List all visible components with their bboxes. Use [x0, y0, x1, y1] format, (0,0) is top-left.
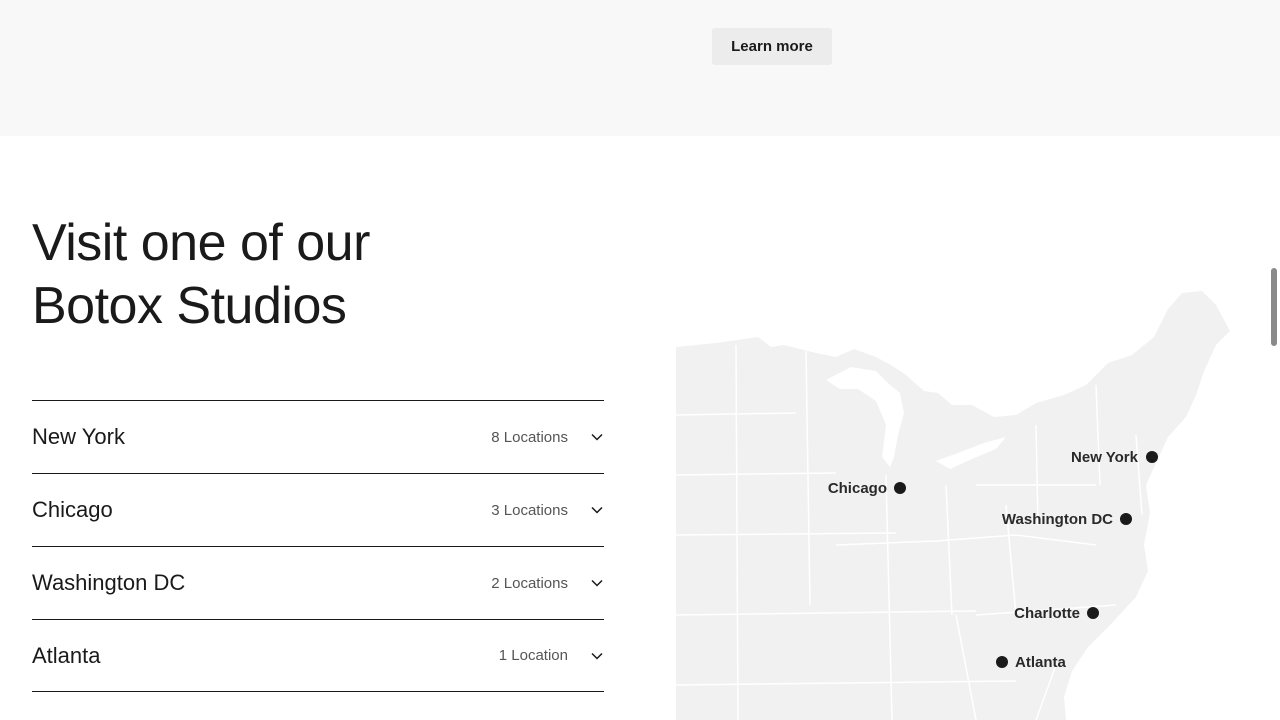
promo-band: Learn more	[0, 0, 1280, 136]
map-label-new-york: New York	[1071, 449, 1139, 466]
accordion-item-chicago[interactable]: Chicago 3 Locations	[32, 473, 604, 546]
chevron-down-icon[interactable]	[590, 576, 604, 590]
chevron-down-icon[interactable]	[590, 503, 604, 517]
title-line-2: Botox Studios	[32, 277, 347, 335]
page-title: Visit one of our Botox Studios	[32, 212, 592, 338]
us-map: New York Chicago Washington DC Charlotte…	[676, 291, 1230, 720]
locations-accordion: New York 8 Locations Chicago 3 Locations…	[32, 400, 604, 692]
city-name: New York	[32, 424, 125, 449]
location-count: 2 Locations	[491, 574, 568, 592]
accordion-item-washington-dc[interactable]: Washington DC 2 Locations	[32, 546, 604, 619]
title-line-1: Visit one of our	[32, 214, 370, 272]
accordion-item-atlanta[interactable]: Atlanta 1 Location	[32, 619, 604, 692]
marker-washington-dc[interactable]: Washington DC	[1002, 511, 1132, 528]
location-count: 1 Location	[498, 647, 568, 664]
chevron-down-icon[interactable]	[590, 649, 604, 663]
map-land	[676, 291, 1230, 720]
location-count: 8 Locations	[491, 428, 568, 446]
learn-more-button[interactable]: Learn more	[712, 28, 832, 65]
city-name: Chicago	[32, 497, 113, 522]
location-count: 3 Locations	[491, 501, 568, 519]
accordion-item-new-york[interactable]: New York 8 Locations	[32, 400, 604, 473]
page-scrollbar[interactable]	[1271, 268, 1277, 346]
map-label-atlanta: Atlanta	[1015, 654, 1066, 671]
map-label-chicago: Chicago	[828, 480, 887, 497]
chevron-down-icon[interactable]	[590, 430, 604, 444]
city-name: Atlanta	[32, 642, 101, 668]
map-label-charlotte: Charlotte	[1014, 605, 1080, 622]
city-name: Washington DC	[32, 570, 186, 595]
map-label-washington-dc: Washington DC	[1002, 511, 1113, 528]
